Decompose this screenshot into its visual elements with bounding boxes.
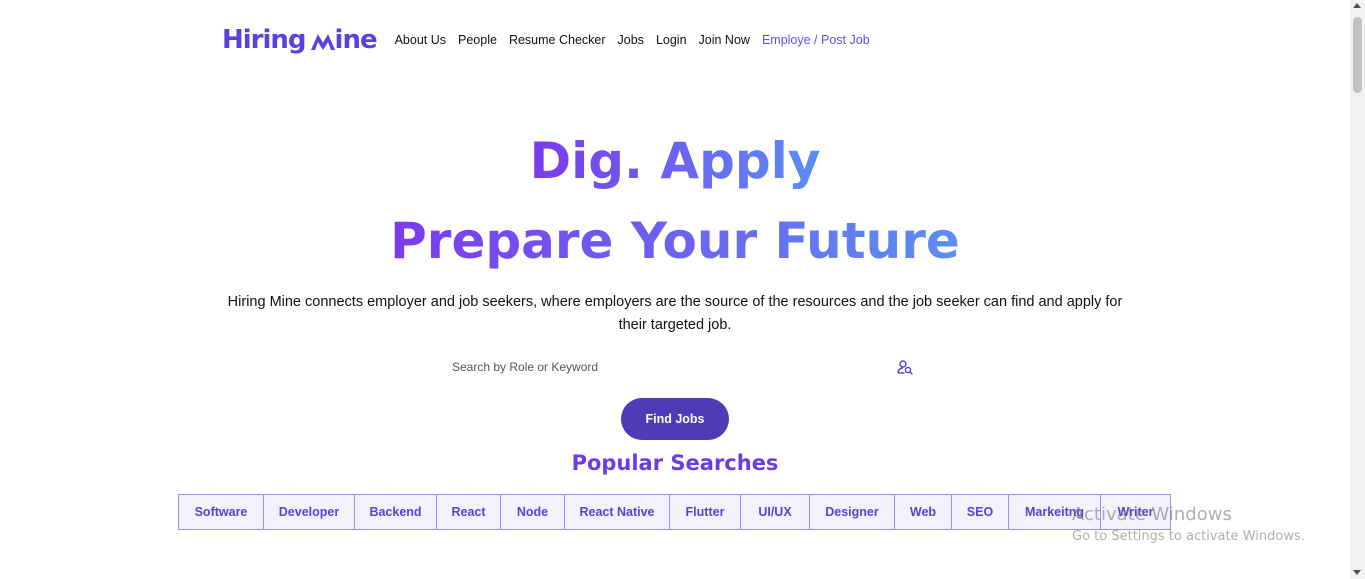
nav-about-us[interactable]: About Us — [395, 33, 446, 47]
tag-flutter[interactable]: Flutter — [669, 494, 741, 530]
tag-react-native[interactable]: React Native — [564, 494, 670, 530]
nav-join-now[interactable]: Join Now — [699, 33, 750, 47]
tag-developer[interactable]: Developer — [263, 494, 355, 530]
scroll-down-arrow-icon[interactable] — [1353, 570, 1361, 575]
nav-employer-post-job[interactable]: Employe / Post Job — [762, 33, 870, 47]
tag-software[interactable]: Software — [178, 494, 264, 530]
tag-writer[interactable]: Writer — [1100, 494, 1171, 530]
navbar: Hiring ine About Us People Resume Checke… — [222, 20, 870, 60]
user-search-icon[interactable] — [896, 358, 914, 376]
mountain-logo-icon — [310, 30, 335, 50]
vertical-scrollbar[interactable] — [1350, 0, 1365, 579]
tag-backend[interactable]: Backend — [354, 494, 437, 530]
tag-seo[interactable]: SEO — [951, 494, 1009, 530]
nav-login[interactable]: Login — [656, 33, 687, 47]
nav-jobs[interactable]: Jobs — [618, 33, 644, 47]
activate-windows-subtitle: Go to Settings to activate Windows. — [1072, 529, 1305, 544]
hero-title-text-1: Dig. Apply — [529, 132, 821, 190]
hero-description: Hiring Mine connects employer and job se… — [227, 294, 1123, 333]
nav-people[interactable]: People — [458, 33, 497, 47]
nav-resume-checker[interactable]: Resume Checker — [509, 33, 606, 47]
scrollbar-thumb[interactable] — [1353, 17, 1362, 93]
nav-links: About Us People Resume Checker Jobs Logi… — [395, 33, 870, 47]
find-jobs-button[interactable]: Find Jobs — [621, 398, 729, 440]
brand-name-second: ine — [334, 25, 378, 55]
tag-designer[interactable]: Designer — [809, 494, 895, 530]
search-bar — [444, 354, 922, 380]
tag-web[interactable]: Web — [894, 494, 952, 530]
tag-marketing[interactable]: Markeitng — [1008, 494, 1101, 530]
tag-ui-ux[interactable]: UI/UX — [740, 494, 810, 530]
tag-react[interactable]: React — [436, 494, 501, 530]
brand-name-first: Hiring — [222, 25, 307, 55]
brand-logo[interactable]: Hiring ine — [222, 25, 378, 55]
scroll-up-arrow-icon[interactable] — [1353, 3, 1361, 8]
popular-tags: Software Developer Backend React Node Re… — [178, 494, 1171, 530]
tag-node[interactable]: Node — [500, 494, 565, 530]
hero-title-line-2: Prepare Your Future — [0, 210, 1350, 272]
popular-searches-title: Popular Searches — [571, 451, 779, 475]
hero-title-text-2: Prepare Your Future — [390, 212, 960, 270]
search-input[interactable] — [444, 360, 884, 374]
hero-title-line-1: Dig. Apply — [0, 130, 1350, 192]
